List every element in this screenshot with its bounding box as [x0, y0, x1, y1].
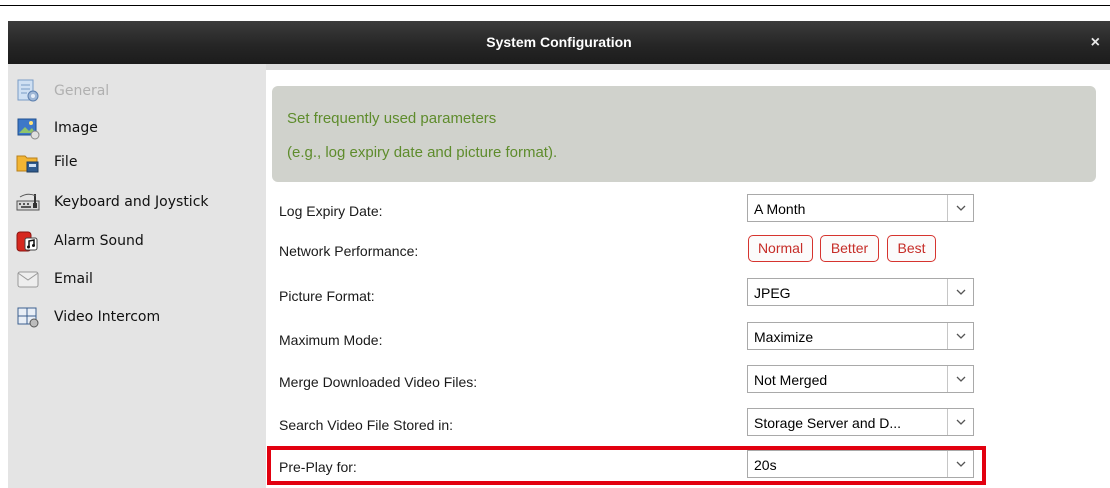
sidebar-item-image[interactable]: Image	[16, 114, 98, 142]
sidebar-item-file[interactable]: File	[16, 148, 77, 176]
chevron-down-icon[interactable]	[947, 409, 973, 435]
banner-line-2: (e.g., log expiry date and picture forma…	[287, 144, 558, 161]
sidebar-item-video-intercom[interactable]: Video Intercom	[16, 303, 160, 331]
image-icon	[16, 116, 40, 140]
highlight-annotation	[267, 446, 986, 485]
select-value: Not Merged	[754, 372, 828, 388]
banner-line-1: Set frequently used parameters	[287, 110, 497, 127]
sidebar-item-label: Keyboard and Joystick	[54, 194, 209, 210]
log-expiry-label: Log Expiry Date:	[279, 203, 383, 219]
select-value: A Month	[754, 201, 806, 217]
alarm-sound-icon	[16, 229, 40, 253]
sidebar-item-label: General	[54, 83, 110, 99]
chevron-down-icon[interactable]	[947, 323, 973, 349]
chevron-down-icon[interactable]	[947, 195, 973, 221]
window-body: General Image File Keyboard and Joystick…	[8, 64, 1110, 488]
sidebar-item-alarm-sound[interactable]: Alarm Sound	[16, 227, 144, 255]
select-value: Storage Server and D...	[754, 415, 902, 431]
performance-normal-button[interactable]: Normal	[748, 235, 813, 262]
select-value: JPEG	[754, 285, 791, 301]
performance-better-button[interactable]: Better	[820, 235, 879, 262]
network-performance-label: Network Performance:	[279, 243, 419, 259]
select-value: Maximize	[754, 329, 814, 345]
title-bar: System Configuration ×	[8, 21, 1110, 64]
sidebar-item-label: Video Intercom	[54, 309, 161, 325]
folder-file-icon	[16, 150, 40, 174]
sidebar-item-label: Image	[54, 120, 98, 136]
sidebar-item-label: File	[54, 154, 78, 170]
info-banner: Set frequently used parameters (e.g., lo…	[272, 86, 1096, 182]
performance-best-button[interactable]: Best	[887, 235, 936, 262]
sidebar-item-label: Email	[54, 271, 93, 287]
general-settings-panel: Set frequently used parameters (e.g., lo…	[266, 70, 1110, 488]
sidebar: General Image File Keyboard and Joystick…	[8, 64, 266, 488]
top-rule	[0, 5, 1110, 6]
sidebar-item-email[interactable]: Email	[16, 265, 93, 293]
search-stored-label: Search Video File Stored in:	[279, 417, 454, 433]
picture-format-select[interactable]: JPEG	[747, 278, 974, 306]
picture-format-label: Picture Format:	[279, 288, 375, 304]
sidebar-item-label: Alarm Sound	[54, 233, 144, 249]
maximum-mode-label: Maximum Mode:	[279, 332, 383, 348]
close-icon[interactable]: ×	[1091, 21, 1100, 64]
settings-page-icon	[16, 79, 40, 103]
maximum-mode-select[interactable]: Maximize	[747, 322, 974, 350]
video-intercom-icon	[16, 305, 40, 329]
email-icon	[16, 267, 40, 291]
sidebar-item-general[interactable]: General	[16, 77, 109, 105]
sidebar-item-keyboard-and-joystick[interactable]: Keyboard and Joystick	[16, 188, 209, 216]
chevron-down-icon[interactable]	[947, 366, 973, 392]
keyboard-icon	[16, 190, 40, 214]
chevron-down-icon[interactable]	[947, 279, 973, 305]
merge-files-label: Merge Downloaded Video Files:	[279, 374, 478, 390]
window-title: System Configuration	[486, 34, 632, 50]
merge-files-select[interactable]: Not Merged	[747, 365, 974, 393]
search-stored-select[interactable]: Storage Server and D...	[747, 408, 974, 436]
log-expiry-select[interactable]: A Month	[747, 194, 974, 222]
